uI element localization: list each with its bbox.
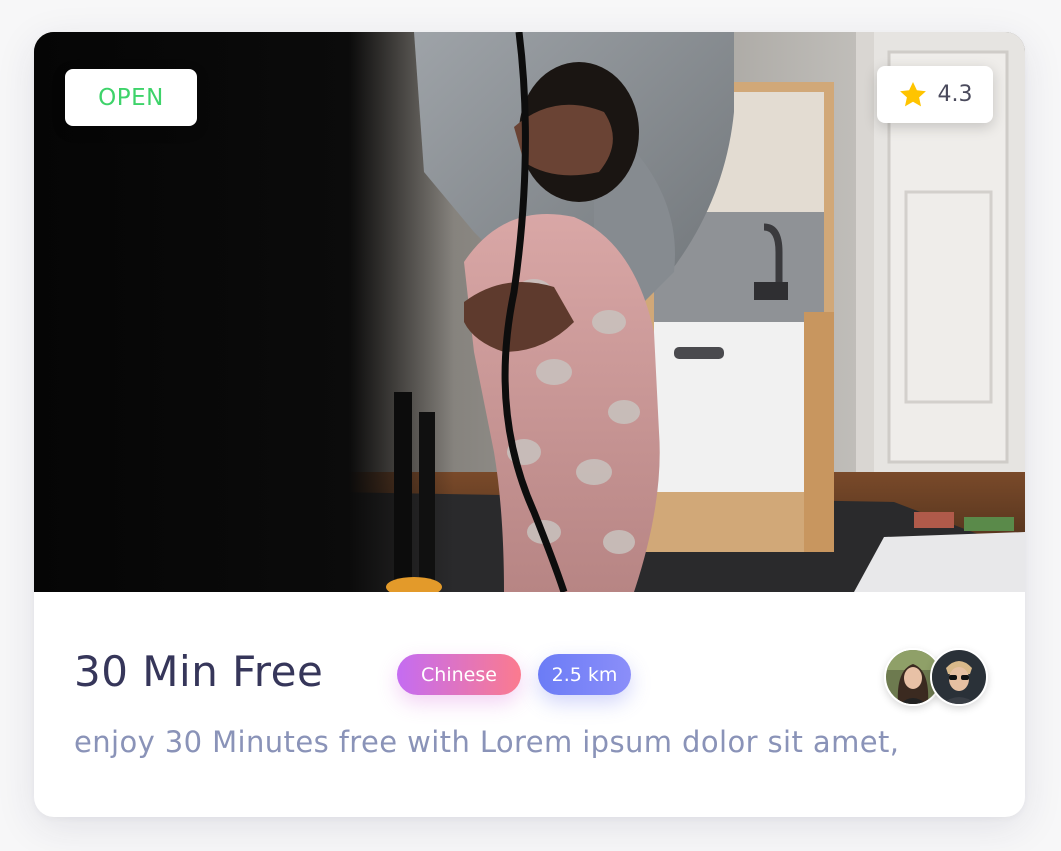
- rating-badge: 4.3: [877, 66, 993, 123]
- offer-card[interactable]: OPEN 4.3 30 Min Free Chinese 2.5 km enjo…: [34, 32, 1025, 817]
- offer-description: enjoy 30 Minutes free with Lorem ipsum d…: [74, 725, 900, 759]
- avatar[interactable]: [930, 648, 988, 706]
- tag-cuisine[interactable]: Chinese: [397, 654, 521, 695]
- rating-value: 4.3: [937, 82, 973, 107]
- avatar-man-image: [932, 650, 986, 704]
- tag-distance[interactable]: 2.5 km: [538, 654, 631, 695]
- offer-title: 30 Min Free: [74, 647, 324, 696]
- avatar-group[interactable]: [884, 648, 988, 706]
- status-badge: OPEN: [65, 69, 197, 126]
- star-icon: [899, 81, 926, 106]
- status-label: OPEN: [98, 84, 164, 111]
- card-photo: OPEN 4.3: [34, 32, 1025, 592]
